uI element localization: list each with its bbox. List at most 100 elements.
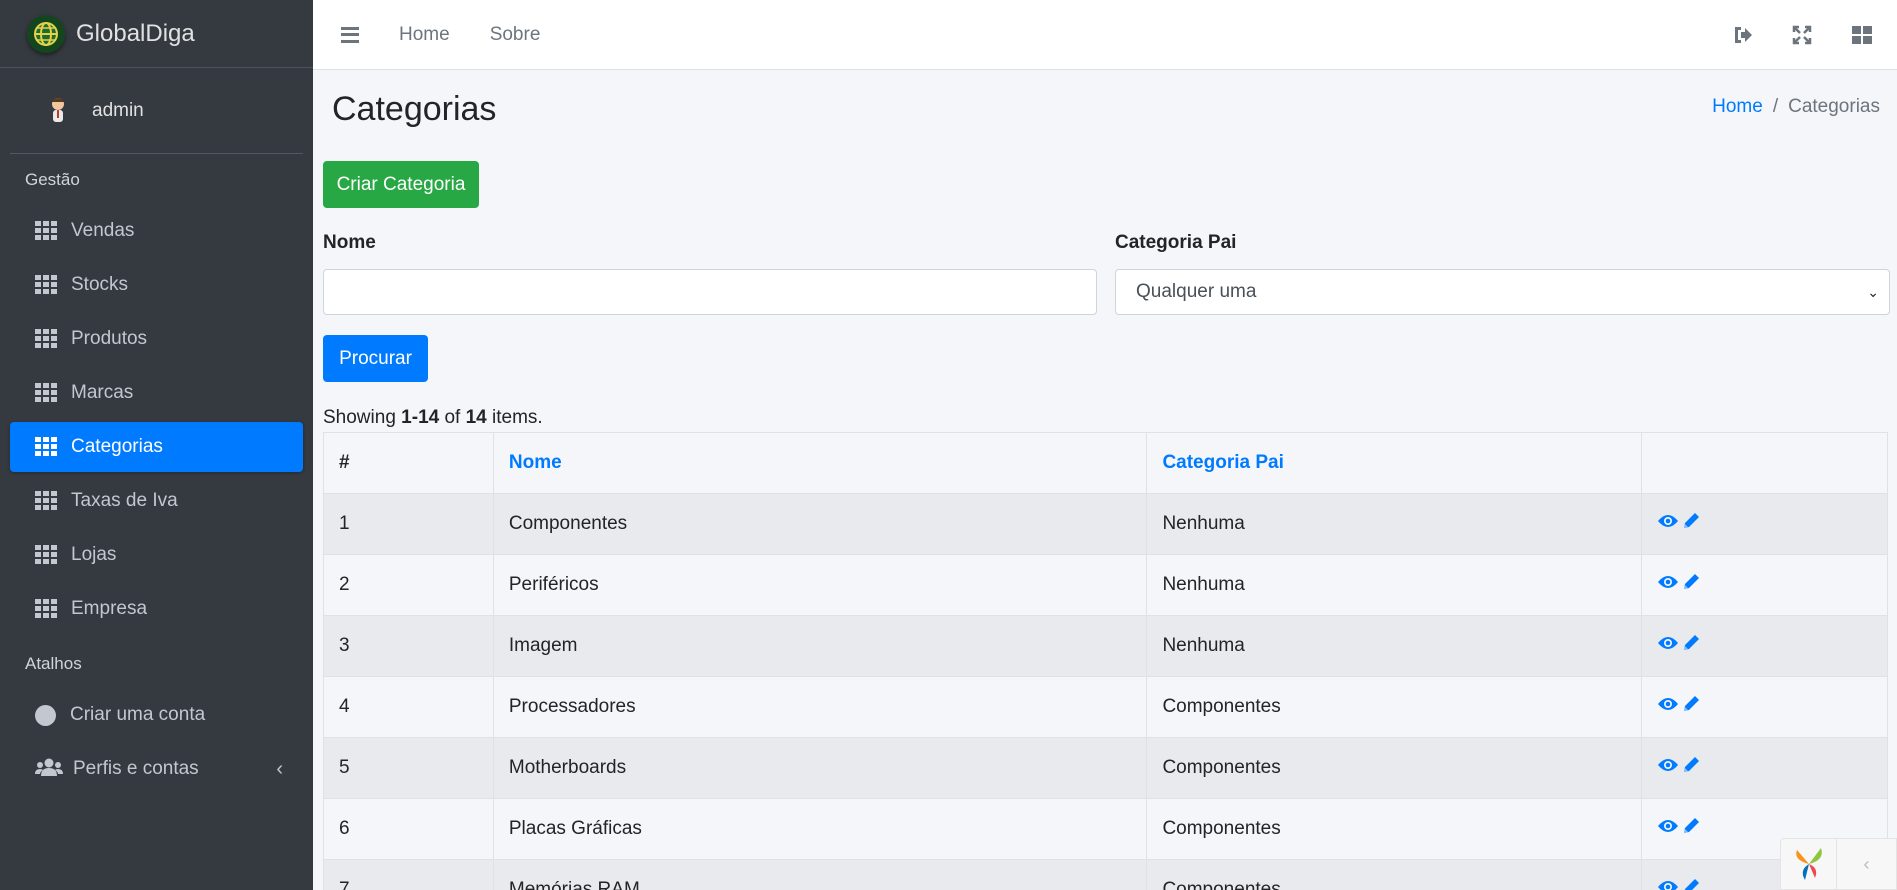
results-summary: Showing 1-14 of 14 items. bbox=[323, 407, 543, 429]
cell-name: Periféricos bbox=[492, 554, 1148, 616]
table-body: 1 Componentes Nenhuma 2 Periféricos Nenhuma 3 I… bbox=[323, 493, 1888, 890]
cell-parent: Componentes bbox=[1146, 859, 1643, 890]
sidebar-item-label: Produtos bbox=[71, 328, 148, 349]
sidebar-item-perfis-e-contas[interactable]: Perfis e contas ‹ bbox=[10, 744, 303, 794]
cell-actions bbox=[1641, 554, 1888, 616]
breadcrumb-home[interactable]: Home bbox=[1712, 96, 1763, 117]
search-button[interactable]: Procurar bbox=[323, 335, 428, 382]
sidebar-item-empresa[interactable]: Empresa bbox=[10, 584, 303, 634]
top-navbar: Home Sobre bbox=[313, 0, 1897, 70]
view-eye-icon[interactable] bbox=[1657, 574, 1679, 596]
table-row: 1 Componentes Nenhuma bbox=[323, 493, 1888, 555]
sidebar-item-label: Marcas bbox=[71, 382, 134, 403]
sidebar-item-stocks[interactable]: Stocks bbox=[10, 260, 303, 310]
column-header-id: # bbox=[323, 432, 494, 494]
control-sidebar-icon[interactable] bbox=[1851, 24, 1873, 46]
top-right-actions bbox=[1731, 24, 1873, 46]
chevron-left-icon[interactable]: ‹ bbox=[276, 758, 283, 781]
sidebar-item-label: Perfis e contas bbox=[73, 758, 199, 779]
view-eye-icon[interactable] bbox=[1657, 513, 1679, 535]
summary-prefix: Showing bbox=[323, 407, 402, 428]
sidebar-item-marcas[interactable]: Marcas bbox=[10, 368, 303, 418]
edit-pencil-icon[interactable] bbox=[1681, 633, 1701, 659]
cell-id: 7 bbox=[323, 859, 494, 890]
table-row: 4 Processadores Componentes bbox=[323, 676, 1888, 738]
table-row: 7 Memórias RAM Componentes bbox=[323, 859, 1888, 890]
hamburger-menu-icon[interactable] bbox=[341, 26, 359, 43]
sidebar-item-taxas-de-iva[interactable]: Taxas de Iva bbox=[10, 476, 303, 526]
logout-icon[interactable] bbox=[1731, 24, 1753, 46]
edit-pencil-icon[interactable] bbox=[1681, 511, 1701, 537]
name-filter-label: Nome bbox=[323, 232, 376, 253]
grid-icon bbox=[35, 329, 57, 349]
cell-actions bbox=[1641, 676, 1888, 738]
sidebar-item-produtos[interactable]: Produtos bbox=[10, 314, 303, 364]
cell-name: Processadores bbox=[492, 676, 1148, 738]
table-row: 2 Periféricos Nenhuma bbox=[323, 554, 1888, 616]
grid-icon bbox=[35, 275, 57, 295]
grid-icon bbox=[35, 545, 57, 565]
grid-icon bbox=[35, 221, 57, 241]
sidebar-item-lojas[interactable]: Lojas bbox=[10, 530, 303, 580]
brand-link[interactable]: GlobalDiga bbox=[0, 0, 313, 68]
fullscreen-icon[interactable] bbox=[1791, 24, 1813, 46]
cell-parent: Componentes bbox=[1146, 737, 1643, 799]
yii-logo-icon[interactable] bbox=[1781, 838, 1837, 890]
summary-range: 1-14 bbox=[401, 407, 440, 428]
sidebar-item-vendas[interactable]: Vendas bbox=[10, 206, 303, 256]
globe-logo-icon bbox=[27, 14, 65, 53]
view-eye-icon[interactable] bbox=[1657, 879, 1679, 890]
sidebar-item-label: Lojas bbox=[71, 544, 117, 565]
debug-toolbar[interactable]: ‹ bbox=[1780, 838, 1897, 890]
edit-pencil-icon[interactable] bbox=[1681, 572, 1701, 598]
cell-name: Componentes bbox=[492, 493, 1148, 555]
chevron-left-icon[interactable]: ‹ bbox=[1837, 854, 1896, 875]
view-eye-icon[interactable] bbox=[1657, 757, 1679, 779]
cell-name: Memórias RAM bbox=[492, 859, 1148, 890]
sidebar-item-label: Taxas de Iva bbox=[71, 490, 178, 511]
cell-id: 4 bbox=[323, 676, 494, 738]
cell-parent: Nenhuma bbox=[1146, 615, 1643, 677]
column-header-actions bbox=[1641, 432, 1888, 494]
sidebar: GlobalDiga admin Gestão Vendas Stocks Pr… bbox=[0, 0, 313, 890]
view-eye-icon[interactable] bbox=[1657, 818, 1679, 840]
table-row: 3 Imagem Nenhuma bbox=[323, 615, 1888, 677]
sidebar-item-label: Stocks bbox=[71, 274, 129, 295]
summary-total: 14 bbox=[465, 407, 487, 428]
nav-link-home[interactable]: Home bbox=[399, 24, 450, 46]
summary-of: of bbox=[439, 407, 466, 428]
view-eye-icon[interactable] bbox=[1657, 635, 1679, 657]
column-header-nome[interactable]: Nome bbox=[492, 432, 1148, 494]
parent-category-select[interactable]: Qualquer uma ⌄ bbox=[1115, 269, 1890, 315]
sidebar-item-label: Criar uma conta bbox=[70, 704, 206, 725]
cell-id: 1 bbox=[323, 493, 494, 555]
create-category-button[interactable]: Criar Categoria bbox=[323, 161, 479, 208]
cell-actions bbox=[1641, 737, 1888, 799]
cell-parent: Componentes bbox=[1146, 798, 1643, 860]
edit-pencil-icon[interactable] bbox=[1681, 877, 1701, 890]
sidebar-item-categorias[interactable]: Categorias bbox=[10, 422, 303, 472]
parent-filter-label: Categoria Pai bbox=[1115, 232, 1237, 253]
user-name: admin bbox=[92, 99, 144, 121]
grid-icon bbox=[35, 437, 57, 457]
circle-icon bbox=[35, 704, 56, 726]
sidebar-item-criar-conta[interactable]: Criar uma conta bbox=[10, 690, 303, 740]
sidebar-item-label: Categorias bbox=[71, 436, 163, 457]
view-eye-icon[interactable] bbox=[1657, 696, 1679, 718]
edit-pencil-icon[interactable] bbox=[1681, 816, 1701, 842]
cell-id: 2 bbox=[323, 554, 494, 616]
grid-icon bbox=[35, 491, 57, 511]
table-header-row: # Nome Categoria Pai bbox=[323, 432, 1888, 494]
cell-parent: Componentes bbox=[1146, 676, 1643, 738]
breadcrumb-current: Categorias bbox=[1788, 96, 1880, 117]
column-header-categoria-pai[interactable]: Categoria Pai bbox=[1146, 432, 1643, 494]
avatar bbox=[46, 95, 70, 127]
user-panel[interactable]: admin bbox=[10, 68, 303, 154]
cell-parent: Nenhuma bbox=[1146, 493, 1643, 555]
cell-actions bbox=[1641, 493, 1888, 555]
name-filter-input[interactable] bbox=[323, 269, 1097, 315]
nav-link-sobre[interactable]: Sobre bbox=[490, 24, 541, 46]
cell-id: 6 bbox=[323, 798, 494, 860]
edit-pencil-icon[interactable] bbox=[1681, 755, 1701, 781]
edit-pencil-icon[interactable] bbox=[1681, 694, 1701, 720]
